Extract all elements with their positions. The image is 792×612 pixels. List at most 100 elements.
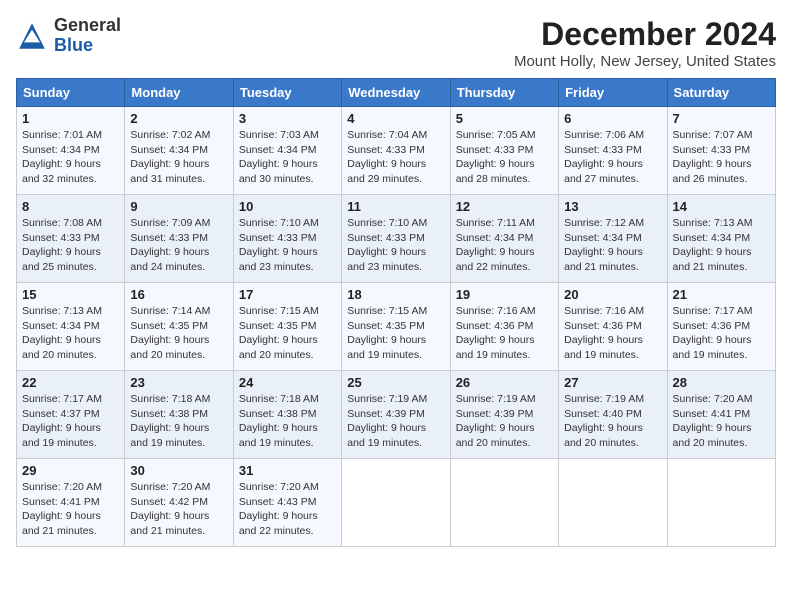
day-info: Sunrise: 7:20 AMSunset: 4:43 PMDaylight:… — [239, 480, 336, 539]
day-number: 30 — [130, 463, 227, 478]
calendar-week-row: 1Sunrise: 7:01 AMSunset: 4:34 PMDaylight… — [17, 107, 776, 195]
day-info: Sunrise: 7:06 AMSunset: 4:33 PMDaylight:… — [564, 128, 661, 187]
day-info: Sunrise: 7:16 AMSunset: 4:36 PMDaylight:… — [564, 304, 661, 363]
calendar-day-cell: 18Sunrise: 7:15 AMSunset: 4:35 PMDayligh… — [342, 283, 450, 371]
col-saturday: Saturday — [667, 79, 775, 107]
day-info: Sunrise: 7:19 AMSunset: 4:39 PMDaylight:… — [347, 392, 444, 451]
day-number: 31 — [239, 463, 336, 478]
calendar-table: Sunday Monday Tuesday Wednesday Thursday… — [16, 78, 776, 547]
day-number: 20 — [564, 287, 661, 302]
calendar-day-cell: 26Sunrise: 7:19 AMSunset: 4:39 PMDayligh… — [450, 371, 558, 459]
day-number: 15 — [22, 287, 119, 302]
calendar-day-cell: 17Sunrise: 7:15 AMSunset: 4:35 PMDayligh… — [233, 283, 341, 371]
calendar-week-row: 29 Sunrise: 7:20 AMSunset: 4:41 PMDayligh… — [17, 459, 776, 547]
calendar-week-row: 8Sunrise: 7:08 AMSunset: 4:33 PMDaylight… — [17, 195, 776, 283]
col-monday: Monday — [125, 79, 233, 107]
day-number: 12 — [456, 199, 553, 214]
day-info: Sunrise: 7:07 AMSunset: 4:33 PMDaylight:… — [673, 128, 770, 187]
day-number: 7 — [673, 111, 770, 126]
day-number: 22 — [22, 375, 119, 390]
calendar-day-cell: 11 Sunrise: 7:10 AMSunset: 4:33 PMDayligh… — [342, 195, 450, 283]
empty-cell — [450, 459, 558, 547]
calendar-day-cell: 24 Sunrise: 7:18 AMSunset: 4:38 PMDayligh… — [233, 371, 341, 459]
day-number: 18 — [347, 287, 444, 302]
day-info: Sunrise: 7:20 AMSunset: 4:41 PMDaylight:… — [22, 480, 119, 539]
calendar-title: December 2024 — [514, 16, 776, 53]
day-number: 5 — [456, 111, 553, 126]
day-info: Sunrise: 7:09 AMSunset: 4:33 PMDaylight:… — [130, 216, 227, 275]
calendar-header-row: Sunday Monday Tuesday Wednesday Thursday… — [17, 79, 776, 107]
calendar-week-row: 22 Sunrise: 7:17 AMSunset: 4:37 PMDayligh… — [17, 371, 776, 459]
calendar-day-cell: 15 Sunrise: 7:13 AMSunset: 4:34 PMDayligh… — [17, 283, 125, 371]
col-friday: Friday — [559, 79, 667, 107]
day-info: Sunrise: 7:11 AMSunset: 4:34 PMDaylight:… — [456, 216, 553, 275]
day-number: 3 — [239, 111, 336, 126]
day-number: 24 — [239, 375, 336, 390]
col-wednesday: Wednesday — [342, 79, 450, 107]
day-number: 6 — [564, 111, 661, 126]
calendar-day-cell: 20 Sunrise: 7:16 AMSunset: 4:36 PMDayligh… — [559, 283, 667, 371]
day-info: Sunrise: 7:12 AMSunset: 4:34 PMDaylight:… — [564, 216, 661, 275]
calendar-day-cell: 4 Sunrise: 7:04 AMSunset: 4:33 PMDaylight… — [342, 107, 450, 195]
empty-cell — [342, 459, 450, 547]
day-info: Sunrise: 7:17 AMSunset: 4:37 PMDaylight:… — [22, 392, 119, 451]
day-number: 11 — [347, 199, 444, 214]
header: General Blue December 2024 Mount Holly, … — [16, 16, 776, 70]
calendar-week-row: 15 Sunrise: 7:13 AMSunset: 4:34 PMDayligh… — [17, 283, 776, 371]
calendar-day-cell: 8Sunrise: 7:08 AMSunset: 4:33 PMDaylight… — [17, 195, 125, 283]
day-number: 10 — [239, 199, 336, 214]
calendar-day-cell: 14Sunrise: 7:13 AMSunset: 4:34 PMDayligh… — [667, 195, 775, 283]
calendar-day-cell: 12 Sunrise: 7:11 AMSunset: 4:34 PMDayligh… — [450, 195, 558, 283]
day-info: Sunrise: 7:04 AMSunset: 4:33 PMDaylight:… — [347, 128, 444, 187]
day-info: Sunrise: 7:17 AMSunset: 4:36 PMDaylight:… — [673, 304, 770, 363]
day-info: Sunrise: 7:13 AMSunset: 4:34 PMDaylight:… — [22, 304, 119, 363]
calendar-day-cell: 28Sunrise: 7:20 AMSunset: 4:41 PMDayligh… — [667, 371, 775, 459]
day-number: 13 — [564, 199, 661, 214]
day-number: 19 — [456, 287, 553, 302]
day-info: Sunrise: 7:05 AMSunset: 4:33 PMDaylight:… — [456, 128, 553, 187]
logo-text: General Blue — [54, 16, 121, 56]
day-number: 28 — [673, 375, 770, 390]
calendar-day-cell: 9 Sunrise: 7:09 AMSunset: 4:33 PMDaylight… — [125, 195, 233, 283]
calendar-subtitle: Mount Holly, New Jersey, United States — [514, 53, 776, 70]
calendar-day-cell: 27 Sunrise: 7:19 AMSunset: 4:40 PMDayligh… — [559, 371, 667, 459]
calendar-day-cell: 6 Sunrise: 7:06 AMSunset: 4:33 PMDaylight… — [559, 107, 667, 195]
calendar-day-cell: 31 Sunrise: 7:20 AMSunset: 4:43 PMDayligh… — [233, 459, 341, 547]
day-number: 4 — [347, 111, 444, 126]
day-info: Sunrise: 7:10 AMSunset: 4:33 PMDaylight:… — [347, 216, 444, 275]
day-number: 23 — [130, 375, 227, 390]
day-number: 9 — [130, 199, 227, 214]
calendar-day-cell: 21 Sunrise: 7:17 AMSunset: 4:36 PMDayligh… — [667, 283, 775, 371]
day-number: 29 — [22, 463, 119, 478]
logo-general-text: General — [54, 16, 121, 36]
day-number: 1 — [22, 111, 119, 126]
empty-cell — [559, 459, 667, 547]
title-area: December 2024 Mount Holly, New Jersey, U… — [514, 16, 776, 70]
day-info: Sunrise: 7:18 AMSunset: 4:38 PMDaylight:… — [239, 392, 336, 451]
empty-cell — [667, 459, 775, 547]
calendar-day-cell: 3 Sunrise: 7:03 AMSunset: 4:34 PMDaylight… — [233, 107, 341, 195]
day-info: Sunrise: 7:02 AMSunset: 4:34 PMDaylight:… — [130, 128, 227, 187]
calendar-day-cell: 30 Sunrise: 7:20 AMSunset: 4:42 PMDayligh… — [125, 459, 233, 547]
calendar-day-cell: 25 Sunrise: 7:19 AMSunset: 4:39 PMDayligh… — [342, 371, 450, 459]
day-info: Sunrise: 7:03 AMSunset: 4:34 PMDaylight:… — [239, 128, 336, 187]
day-info: Sunrise: 7:19 AMSunset: 4:40 PMDaylight:… — [564, 392, 661, 451]
calendar-day-cell: 7 Sunrise: 7:07 AMSunset: 4:33 PMDaylight… — [667, 107, 775, 195]
day-info: Sunrise: 7:16 AMSunset: 4:36 PMDaylight:… — [456, 304, 553, 363]
day-number: 25 — [347, 375, 444, 390]
logo-icon — [16, 20, 48, 52]
calendar-day-cell: 1Sunrise: 7:01 AMSunset: 4:34 PMDaylight… — [17, 107, 125, 195]
day-info: Sunrise: 7:20 AMSunset: 4:42 PMDaylight:… — [130, 480, 227, 539]
day-number: 27 — [564, 375, 661, 390]
calendar-day-cell: 2Sunrise: 7:02 AMSunset: 4:34 PMDaylight… — [125, 107, 233, 195]
calendar-day-cell: 23 Sunrise: 7:18 AMSunset: 4:38 PMDayligh… — [125, 371, 233, 459]
calendar-day-cell: 19 Sunrise: 7:16 AMSunset: 4:36 PMDayligh… — [450, 283, 558, 371]
day-info: Sunrise: 7:14 AMSunset: 4:35 PMDaylight:… — [130, 304, 227, 363]
logo-blue-text: Blue — [54, 36, 121, 56]
day-info: Sunrise: 7:19 AMSunset: 4:39 PMDaylight:… — [456, 392, 553, 451]
day-number: 21 — [673, 287, 770, 302]
calendar-day-cell: 10Sunrise: 7:10 AMSunset: 4:33 PMDayligh… — [233, 195, 341, 283]
day-number: 14 — [673, 199, 770, 214]
day-number: 17 — [239, 287, 336, 302]
day-info: Sunrise: 7:18 AMSunset: 4:38 PMDaylight:… — [130, 392, 227, 451]
